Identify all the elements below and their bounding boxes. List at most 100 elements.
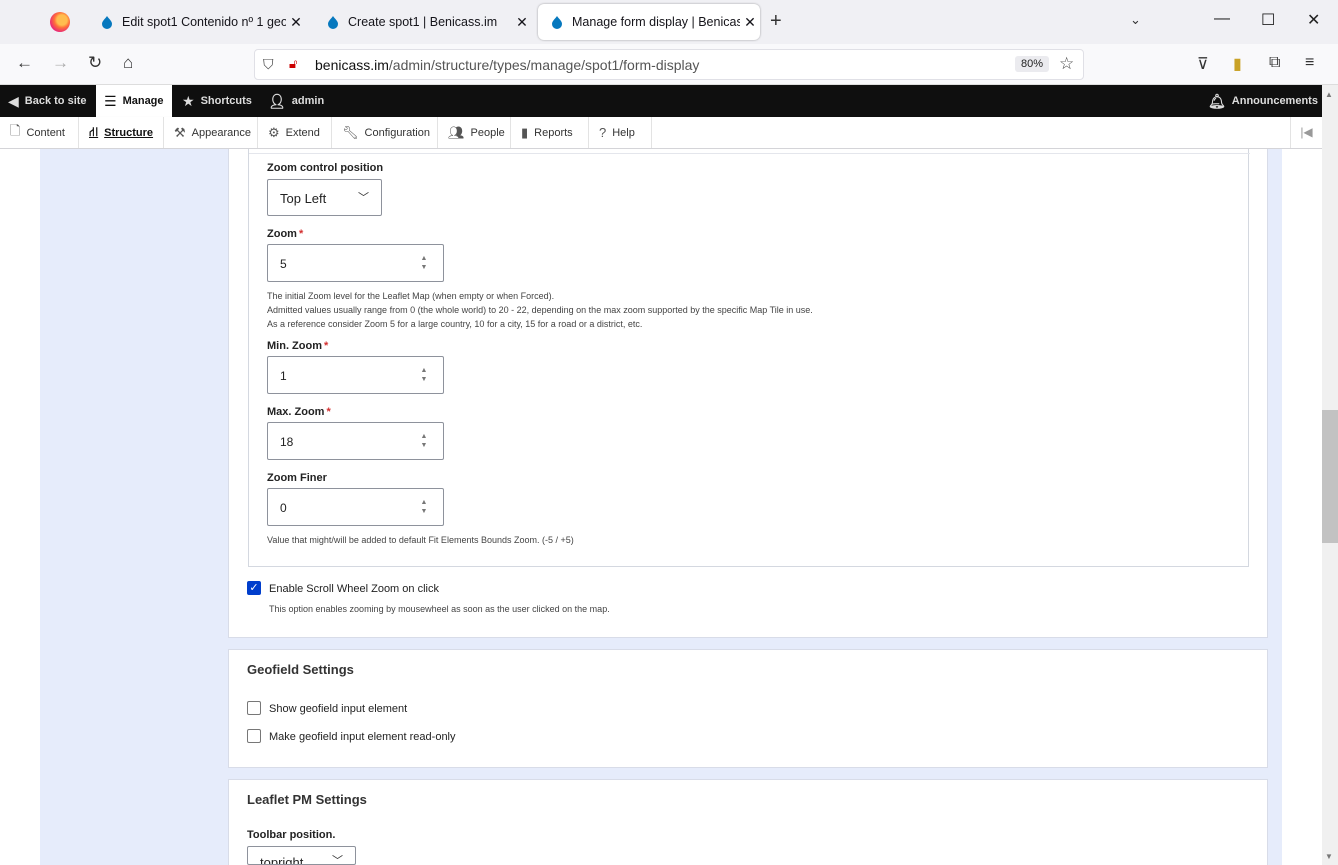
leaflet-pm-settings-title: Leaflet PM Settings xyxy=(247,792,367,807)
puzzle-icon[interactable]: ⧉ xyxy=(1269,54,1280,72)
tray-label: Configuration xyxy=(364,126,430,139)
forward-arrow-icon[interactable]: → xyxy=(52,53,69,73)
tray-label: People xyxy=(470,126,505,139)
close-icon[interactable]: ✕ xyxy=(740,14,760,31)
tray-label: Structure xyxy=(104,126,154,139)
admin-tray: 🗋︎ Content ⛙ Structure ⚒ Appearance ⚙ Ex… xyxy=(0,117,1322,149)
description-line: The initial Zoom level for the Leaflet M… xyxy=(267,291,555,301)
home-icon[interactable]: ⌂ xyxy=(123,53,133,73)
tab-label: Edit spot1 Contenido nº 1 geolo xyxy=(122,15,286,29)
announcements-tab[interactable]: 🔔︎ Announcements xyxy=(1200,85,1326,117)
scroll-wheel-checkbox[interactable]: ✓ xyxy=(247,581,261,595)
shortcuts-tab[interactable]: ★ Shortcuts xyxy=(174,85,260,117)
tray-extend[interactable]: ⚙ Extend xyxy=(258,117,332,148)
drupal-icon xyxy=(328,16,338,29)
browser-tab-strip: Edit spot1 Contenido nº 1 geolo ✕ Create… xyxy=(0,0,1338,44)
tray-configuration[interactable]: 🔧︎ Configuration xyxy=(332,117,438,148)
scroll-wheel-label[interactable]: Enable Scroll Wheel Zoom on click xyxy=(269,583,439,595)
tab-label: Manage form display | Benicass xyxy=(572,15,740,29)
bookmark-star-icon[interactable]: ☆ xyxy=(1059,54,1074,74)
readonly-geofield-checkbox[interactable] xyxy=(247,729,261,743)
scroll-down-icon[interactable]: ▼ xyxy=(1325,852,1333,861)
tray-label: Content xyxy=(26,126,65,139)
maximize-icon[interactable]: ☐ xyxy=(1261,10,1275,30)
tray-content[interactable]: 🗋︎ Content xyxy=(0,117,79,148)
chevron-down-icon[interactable]: ⌄ xyxy=(1130,12,1141,28)
description-line: As a reference consider Zoom 5 for a lar… xyxy=(267,319,643,329)
shield-icon[interactable]: ⛉ xyxy=(263,56,274,73)
tab-create-spot1[interactable]: Create spot1 | Benicass.im ✕ xyxy=(314,4,532,40)
firefox-icon[interactable] xyxy=(50,12,70,32)
close-icon[interactable]: ✕ xyxy=(286,14,306,31)
minimize-icon[interactable]: — xyxy=(1214,10,1230,28)
input-value: 0 xyxy=(280,501,287,515)
file-icon: 🗋︎ xyxy=(10,122,21,138)
drupal-icon xyxy=(552,16,562,29)
select-value: topright xyxy=(260,855,304,865)
tray-people[interactable]: 👥︎ People xyxy=(438,117,511,148)
people-icon: 👥︎ xyxy=(448,124,465,140)
scroll-wheel-description: This option enables zooming by mousewhee… xyxy=(269,604,610,614)
back-circle-icon: ◀ xyxy=(8,92,19,109)
label-text: Max. Zoom xyxy=(267,406,325,418)
tray-structure[interactable]: ⛙ Structure xyxy=(79,117,164,148)
required-marker: * xyxy=(298,228,304,240)
show-geofield-label[interactable]: Show geofield input element xyxy=(269,703,407,715)
close-icon[interactable]: ✕ xyxy=(512,14,532,31)
window-close-icon[interactable]: ✕ xyxy=(1307,10,1320,30)
spinner-icon[interactable]: ▲ ▼ xyxy=(419,254,429,272)
max-zoom-input[interactable]: 18 ▲ ▼ xyxy=(267,422,444,460)
tray-label: Reports xyxy=(534,126,573,139)
user-label: admin xyxy=(291,95,325,107)
drupal-icon xyxy=(102,16,112,29)
readonly-geofield-label[interactable]: Make geofield input element read-only xyxy=(269,731,456,743)
zoom-finer-input[interactable]: 0 ▲ ▼ xyxy=(267,488,444,526)
extension-icon[interactable]: ▮ xyxy=(1233,54,1242,74)
show-geofield-checkbox[interactable] xyxy=(247,701,261,715)
back-to-site-link[interactable]: ◀ Back to site xyxy=(0,85,95,117)
scrollbar-thumb[interactable] xyxy=(1322,410,1338,543)
url-path: /admin/structure/types/manage/spot1/form… xyxy=(388,57,700,73)
tray-reports[interactable]: ▮ Reports xyxy=(511,117,589,148)
input-value: 5 xyxy=(280,257,287,271)
menu-icon[interactable]: ≡ xyxy=(1305,54,1314,72)
back-arrow-icon[interactable]: ← xyxy=(16,53,33,73)
tray-appearance[interactable]: ⚒ Appearance xyxy=(164,117,258,148)
tray-label: Appearance xyxy=(191,126,251,139)
collapse-tray-icon[interactable]: |◀ xyxy=(1290,117,1322,148)
toolbar-position-label: Toolbar position. xyxy=(247,829,336,841)
zoom-input[interactable]: 5 ▲ ▼ xyxy=(267,244,444,282)
toolbar-position-select[interactable]: topright ﹀ xyxy=(247,846,356,865)
reload-icon[interactable]: ↻ xyxy=(88,53,102,73)
zoom-control-position-select[interactable]: Top Left ﹀ xyxy=(267,179,382,216)
required-marker: * xyxy=(324,340,329,352)
admin-toolbar: ◀ Back to site ☰ Manage ★ Shortcuts 👤︎ a… xyxy=(0,85,1322,117)
input-value: 1 xyxy=(280,369,287,383)
manage-tab[interactable]: ☰ Manage xyxy=(96,85,172,117)
tab-manage-form-display[interactable]: Manage form display | Benicass ✕ xyxy=(538,4,760,40)
manage-label: Manage xyxy=(122,95,164,107)
help-icon: ? xyxy=(599,125,607,140)
input-value: 18 xyxy=(280,435,294,449)
wrench-icon: 🔧︎ xyxy=(342,124,359,140)
star-icon: ★ xyxy=(182,92,195,109)
min-zoom-input[interactable]: 1 ▲ ▼ xyxy=(267,356,444,394)
spinner-icon[interactable]: ▲ ▼ xyxy=(419,498,429,516)
scroll-up-icon[interactable]: ▲ xyxy=(1325,90,1333,99)
url-text[interactable]: benicass.im/admin/structure/types/manage… xyxy=(315,57,699,73)
puzzle-icon: ⚙ xyxy=(268,124,280,140)
tray-help[interactable]: ? Help xyxy=(589,117,652,148)
required-marker: * xyxy=(326,406,331,418)
insecure-lock-icon[interactable]: 🔓︎ xyxy=(289,56,297,72)
spinner-icon[interactable]: ▲ ▼ xyxy=(419,432,429,450)
tab-edit-spot1[interactable]: Edit spot1 Contenido nº 1 geolo ✕ xyxy=(88,4,306,40)
zoom-label: Zoom * xyxy=(267,228,303,240)
url-bar[interactable]: ⛉ 🔓︎ benicass.im/admin/structure/types/m… xyxy=(254,49,1084,80)
user-tab[interactable]: 👤︎ admin xyxy=(260,85,332,117)
zoom-level[interactable]: 80% xyxy=(1015,56,1050,72)
new-tab-icon[interactable]: + xyxy=(770,10,782,33)
spinner-icon[interactable]: ▲ ▼ xyxy=(419,366,429,384)
zoom-finer-description: Value that might/will be added to defaul… xyxy=(267,535,574,545)
zoom-description: The initial Zoom level for the Leaflet M… xyxy=(267,289,813,331)
pocket-icon[interactable]: ⊽ xyxy=(1197,54,1209,74)
